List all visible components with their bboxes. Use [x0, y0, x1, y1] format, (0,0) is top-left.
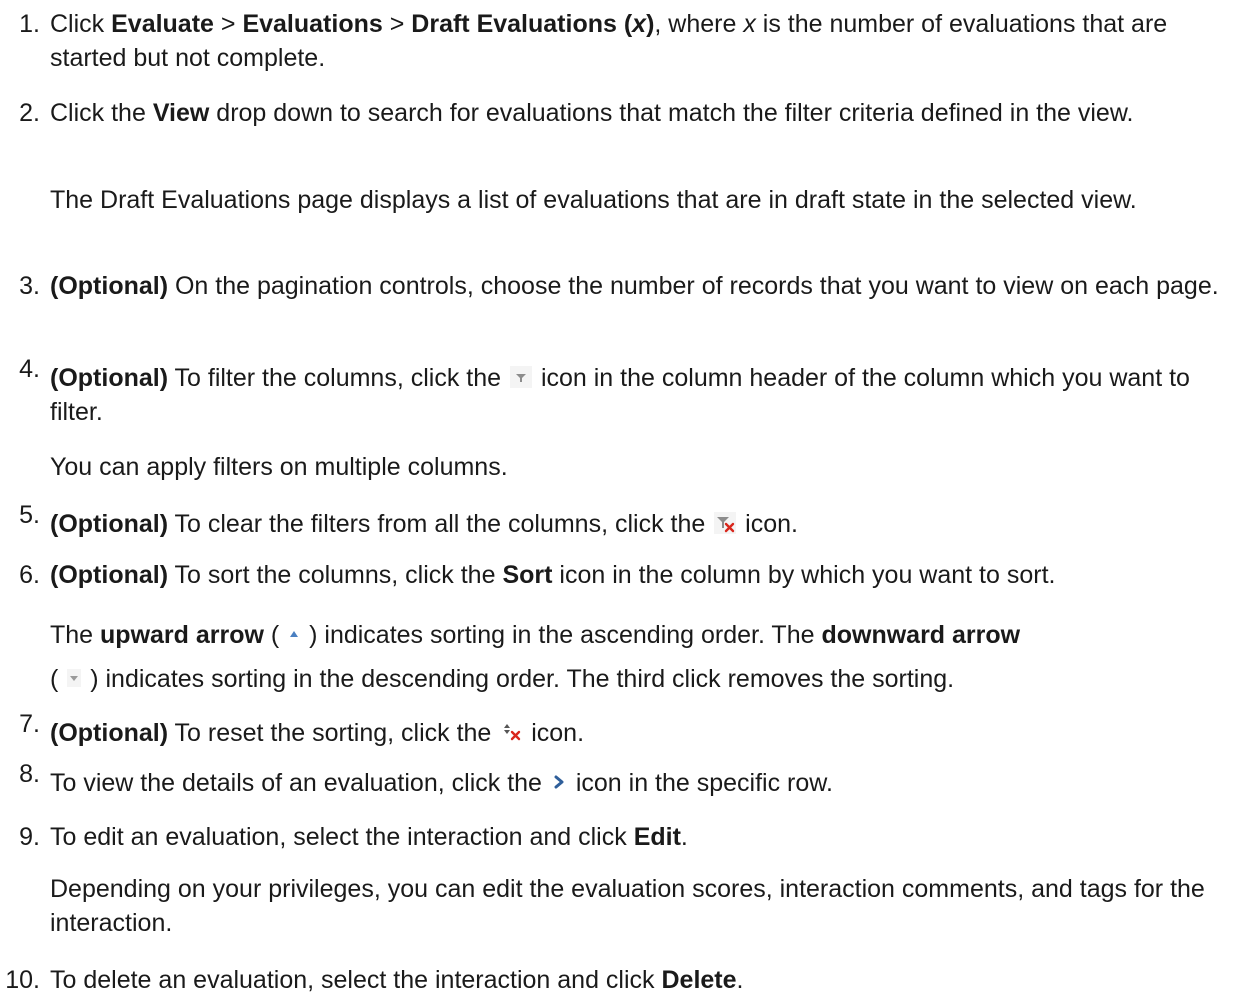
sort-ascending-icon: [288, 623, 300, 645]
text-run: To reset the sorting, click the: [168, 719, 499, 747]
text-run: (: [50, 665, 66, 693]
text-run: >: [213, 10, 243, 38]
sort-label: Sort: [502, 561, 553, 589]
filter-icon: [510, 366, 532, 389]
text-run: ) indicates sorting in the descending or…: [83, 665, 955, 693]
sort-descending-icon: [67, 667, 82, 689]
clear-filter-icon: [714, 512, 737, 535]
step-4-note: You can apply filters on multiple column…: [50, 453, 508, 481]
variable-x: x: [632, 10, 647, 38]
step-number: 9.: [19, 823, 40, 851]
step-number: 4.: [19, 355, 40, 383]
step-text: To edit an evaluation, select the intera…: [50, 820, 1235, 854]
optional-label: (Optional): [50, 510, 169, 538]
step-number: 7.: [19, 710, 40, 738]
text-run: To clear the filters from all the column…: [168, 510, 713, 538]
reset-sort-icon: [500, 721, 522, 743]
delete-label: Delete: [661, 966, 737, 994]
text-run: Click the: [50, 99, 153, 127]
step-text: (Optional) To clear the filters from all…: [50, 507, 1235, 541]
optional-label: (Optional): [50, 364, 169, 392]
step-number: 2.: [19, 99, 40, 127]
view-dropdown-label: View: [152, 99, 210, 127]
step-2-note: The Draft Evaluations page displays a li…: [50, 186, 1137, 214]
step-text: To view the details of an evaluation, cl…: [50, 766, 1235, 800]
text-run: ) indicates sorting in the ascending ord…: [302, 621, 822, 649]
step-6-note: The upward arrow ( ) indicates sorting i…: [50, 613, 1235, 701]
menu-evaluations: Evaluations: [242, 10, 383, 38]
text-run: icon in the column by which you want to …: [552, 561, 1056, 589]
step-text: Click the View drop down to search for e…: [50, 96, 1235, 130]
text-run: Click: [50, 10, 112, 38]
text-run: , where: [654, 10, 744, 38]
text-run: >: [382, 10, 412, 38]
text-run: icon in the specific row.: [568, 769, 833, 797]
step-number: 3.: [19, 272, 40, 300]
step-text: Click Evaluate > Evaluations > Draft Eva…: [50, 7, 1235, 75]
text-run: .: [680, 823, 688, 851]
text-run: On the pagination controls, choose the n…: [168, 272, 1219, 300]
text-run: To sort the columns, click the: [168, 561, 503, 589]
menu-evaluate: Evaluate: [111, 10, 214, 38]
text-run: (: [263, 621, 287, 649]
text-run: To edit an evaluation, select the intera…: [50, 823, 634, 851]
optional-label: (Optional): [50, 719, 169, 747]
menu-draft-evaluations: Draft Evaluations (: [411, 10, 633, 38]
step-text: (Optional) On the pagination controls, c…: [50, 269, 1235, 303]
optional-label: (Optional): [50, 272, 169, 300]
step-number: 1.: [19, 10, 40, 38]
edit-label: Edit: [633, 823, 681, 851]
text-run: To delete an evaluation, select the inte…: [50, 966, 662, 994]
text-run: To filter the columns, click the: [168, 364, 508, 392]
optional-label: (Optional): [50, 561, 169, 589]
step-number: 6.: [19, 561, 40, 589]
upward-arrow-label: upward arrow: [100, 621, 264, 649]
text-run: To view the details of an evaluation, cl…: [50, 769, 549, 797]
text-run: .: [736, 966, 744, 994]
text-run: The: [50, 621, 101, 649]
step-text: (Optional) To filter the columns, click …: [50, 361, 1235, 429]
step-text: (Optional) To reset the sorting, click t…: [50, 716, 1235, 750]
variable-x: x: [743, 10, 756, 38]
step-9-note: Depending on your privileges, you can ed…: [50, 875, 1205, 937]
step-number: 5.: [19, 501, 40, 529]
text-run: icon.: [738, 510, 798, 538]
text-run: icon.: [524, 719, 585, 747]
step-text: (Optional) To sort the columns, click th…: [50, 558, 1235, 592]
downward-arrow-label: downward arrow: [821, 621, 1021, 649]
expand-chevron-icon: [551, 771, 567, 793]
step-number: 8.: [19, 760, 40, 788]
text-run: drop down to search for evaluations that…: [209, 99, 1134, 127]
